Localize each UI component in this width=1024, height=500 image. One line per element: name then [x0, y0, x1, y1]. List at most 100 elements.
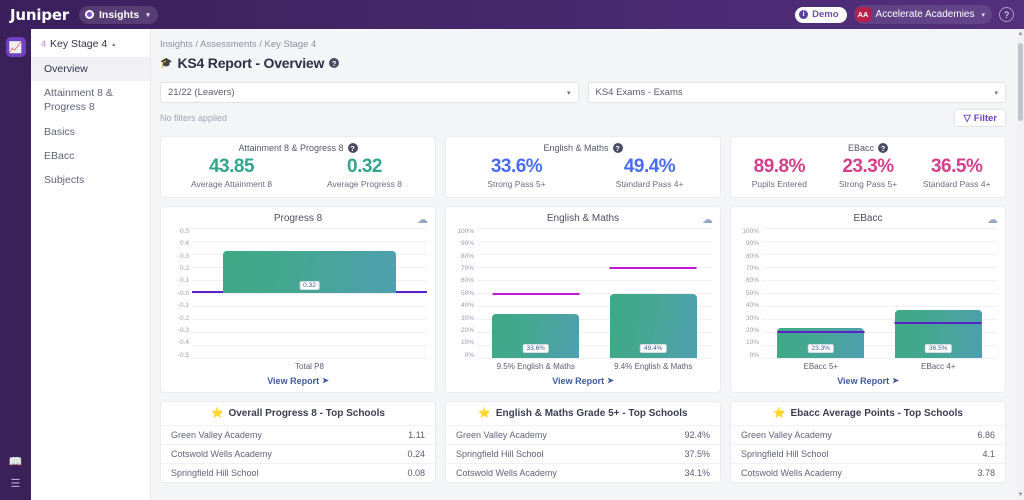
view-report-link-ebacc[interactable]: View Report ➤ — [739, 376, 997, 386]
table-row[interactable]: Cotswold Wells Academy 0.24 — [161, 443, 435, 463]
y-tick-label: 60% — [745, 277, 759, 285]
x-tick-label: 9.5% English & Maths — [496, 361, 575, 371]
filters-row: 21/22 (Leavers) ▾ KS4 Exams - Exams ▾ — [151, 71, 1024, 103]
y-tick-label: 20% — [745, 326, 759, 334]
x-axis: Total P8 — [192, 362, 427, 371]
grid-line — [762, 357, 997, 359]
product-switcher[interactable]: Insights ▾ — [79, 5, 158, 24]
table-row[interactable]: Springfield Hill School 0.08 — [161, 462, 435, 482]
top-bar-right: i Demo AA Accelerate Academies ▾ ? — [795, 5, 1014, 24]
chart-title: Progress 8 — [273, 212, 323, 224]
cloud-download-icon[interactable]: ☁ — [417, 213, 428, 226]
table-row[interactable]: Cotswold Wells Academy 34.1% — [446, 462, 720, 482]
view-report-link-english-maths[interactable]: View Report ➤ — [454, 376, 712, 386]
filter-button[interactable]: ▽ Filter — [954, 109, 1006, 127]
y-tick-label: -0.5 — [177, 351, 189, 359]
y-axis: 100% 90% 80% 70% 60% 50% 40% 30% 20% 10% 0% — [739, 228, 761, 359]
kpi-title: English & Maths ? — [450, 143, 716, 153]
help-icon[interactable]: ? — [878, 143, 888, 153]
reference-line — [492, 292, 580, 295]
table-row[interactable]: Springfield Hill School 4.1 — [731, 443, 1005, 463]
nav-header-label: Key Stage 4 — [50, 38, 108, 50]
breadcrumb: Insights / Assessments / Key Stage 4 — [160, 39, 317, 50]
bar-slot: 23.3% — [762, 228, 880, 358]
kpi-label: Standard Pass 4+ — [922, 178, 991, 189]
school-name: Cotswold Wells Academy — [456, 467, 557, 478]
arrow-circle-icon: ➤ — [322, 376, 329, 386]
page-scrollbar[interactable]: ▲ ▼ — [1017, 29, 1024, 500]
filter-icon: ▽ — [963, 112, 971, 124]
help-icon[interactable]: ? — [329, 58, 340, 68]
chevron-up-icon: ▴ — [112, 41, 116, 48]
kpi-label: Strong Pass 5+ — [838, 178, 898, 189]
demo-badge[interactable]: i Demo — [795, 6, 847, 23]
y-tick-label: -0.0 — [177, 289, 189, 297]
insights-icon — [85, 10, 94, 19]
kpi-label: Average Progress 8 — [327, 178, 402, 189]
academic-year-value: 21/22 (Leavers) — [168, 87, 235, 98]
exam-select[interactable]: KS4 Exams - Exams ▾ — [587, 82, 1006, 103]
kpi-cell: 36.5% Standard Pass 4+ — [912, 156, 1001, 189]
table-row[interactable]: Green Valley Academy 6.86 — [731, 424, 1005, 444]
x-tick-label: Total P8 — [295, 361, 324, 371]
kpi-label: Average Attainment 8 — [190, 178, 273, 189]
sidebar-item-subjects[interactable]: Subjects — [31, 168, 150, 192]
y-tick-label: -0.3 — [177, 326, 189, 334]
sidebar-item-basics[interactable]: Basics — [31, 120, 150, 144]
account-switcher[interactable]: AA Accelerate Academies ▾ — [853, 5, 992, 24]
star-icon: ⭐ — [478, 407, 491, 419]
kpi-title: EBacc ? — [735, 143, 1001, 153]
sidebar-item-overview[interactable]: Overview — [31, 57, 150, 82]
table-row[interactable]: Green Valley Academy 1.11 — [161, 424, 435, 444]
bar-value-label: 0.32 — [299, 281, 320, 291]
scrollbar-thumb[interactable] — [1018, 43, 1023, 121]
table-title-label: Overall Progress 8 - Top Schools — [228, 407, 385, 419]
cloud-download-icon[interactable]: ☁ — [702, 213, 713, 226]
y-tick-label: 20% — [460, 326, 474, 334]
plot-area: 0.32 — [192, 227, 427, 359]
kpi-cell: 0.32 Average Progress 8 — [298, 156, 431, 189]
kpi-label: Pupils Entered — [751, 178, 807, 189]
school-value: 92.4% — [684, 429, 710, 440]
plot-area: 33.6% 49.4% — [477, 227, 712, 359]
reference-line — [777, 331, 865, 334]
sidebar-item-attainment-progress[interactable]: Attainment 8 & Progress 8 — [31, 81, 150, 119]
school-name: Cotswold Wells Academy — [741, 467, 842, 478]
exam-value: KS4 Exams - Exams — [595, 87, 683, 98]
brand-logo: Juniper — [10, 5, 69, 24]
scroll-up-icon[interactable]: ▲ — [1017, 31, 1024, 37]
help-icon[interactable]: ? — [999, 7, 1014, 22]
chart-icon[interactable]: 📈 — [5, 37, 26, 57]
y-tick-label: 100% — [742, 227, 759, 235]
kpi-card-english-maths: English & Maths ? 33.6% Strong Pass 5+ 4… — [445, 136, 721, 198]
bar-slot: 36.5% — [880, 228, 998, 358]
view-report-link-progress8[interactable]: View Report ➤ — [169, 376, 427, 386]
y-tick-label: 10% — [745, 339, 759, 347]
kpi-title-label: EBacc — [847, 143, 874, 153]
view-report-label: View Report — [267, 375, 320, 386]
table-title-label: English & Maths Grade 5+ - Top Schools — [495, 407, 688, 419]
nav-header[interactable]: 4 Key Stage 4 ▴ — [31, 38, 150, 57]
cloud-download-icon[interactable]: ☁ — [987, 213, 998, 226]
y-tick-label: 100% — [457, 227, 474, 235]
help-icon[interactable]: ? — [612, 143, 623, 153]
filter-button-label: Filter — [973, 112, 997, 124]
demo-label: Demo — [812, 9, 839, 20]
rail-bottom-icons: 📖 ☰ — [9, 457, 23, 500]
y-tick-label: 70% — [745, 265, 759, 273]
academic-year-select[interactable]: 21/22 (Leavers) ▾ — [160, 82, 579, 103]
sidebar-item-ebacc[interactable]: EBacc — [31, 144, 150, 168]
scroll-down-icon[interactable]: ▼ — [1017, 492, 1024, 498]
table-row[interactable]: Green Valley Academy 92.4% — [446, 424, 720, 444]
table-row[interactable]: Cotswold Wells Academy 3.78 — [731, 462, 1005, 482]
bar-slot: 33.6% — [477, 228, 595, 358]
bar-value-label: 23.3% — [807, 343, 834, 353]
view-report-label: View Report — [837, 375, 890, 386]
kpi-value: 33.6% — [490, 156, 543, 177]
help-icon[interactable]: ? — [347, 143, 358, 153]
menu-icon[interactable]: ☰ — [11, 479, 21, 490]
arrow-circle-icon: ➤ — [607, 376, 614, 386]
kpi-cell: 33.6% Strong Pass 5+ — [450, 156, 583, 189]
table-row[interactable]: Springfield Hill School 37.5% — [446, 443, 720, 463]
book-icon[interactable]: 📖 — [9, 457, 23, 468]
